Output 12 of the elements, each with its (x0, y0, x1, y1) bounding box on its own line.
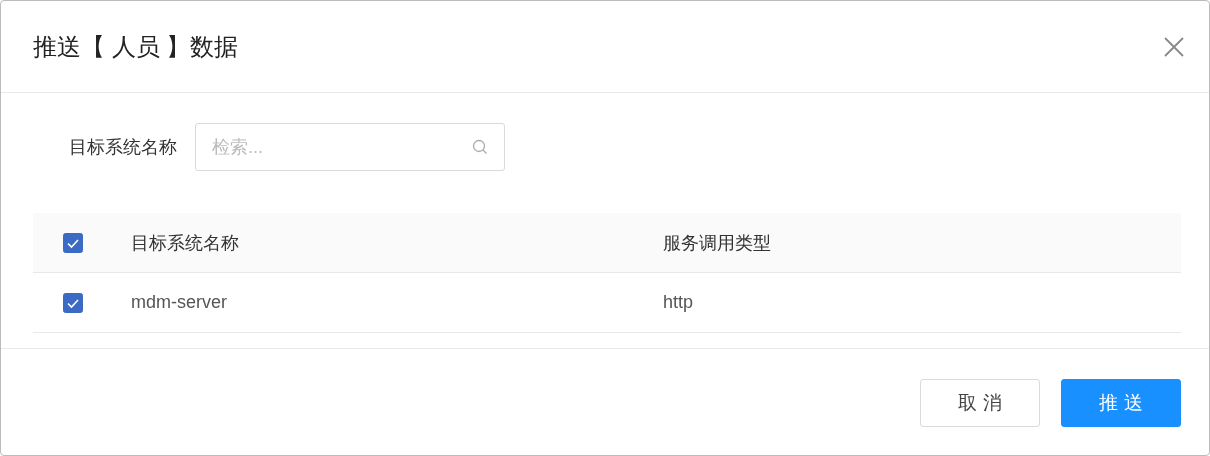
checkbox[interactable] (63, 232, 83, 253)
column-header: 服务调用类型 (663, 232, 771, 253)
cancel-button[interactable]: 取 消 (920, 379, 1040, 427)
dialog-title: 推送【 人员 】数据 (33, 31, 239, 62)
field-label: 目标系统名称 (69, 136, 177, 159)
search-field[interactable]: 检索... (195, 123, 505, 171)
column-header: 目标系统名称 (131, 232, 239, 253)
close-icon[interactable] (1163, 35, 1185, 58)
checkbox[interactable] (63, 292, 83, 313)
table-cell: mdm-server (131, 292, 227, 312)
search-icon (472, 139, 488, 155)
table-cell: http (663, 292, 694, 312)
